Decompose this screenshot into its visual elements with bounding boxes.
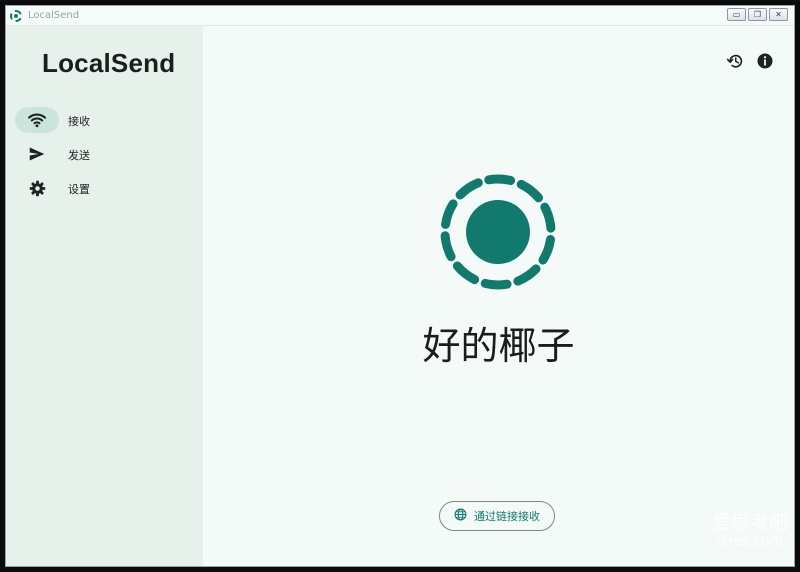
maximize-button[interactable]: ❐ — [748, 8, 767, 21]
history-icon[interactable] — [726, 52, 744, 70]
sidebar-item-label: 发送 — [68, 149, 90, 162]
sidebar-item-receive[interactable]: 接收 — [15, 107, 195, 133]
wifi-icon — [27, 111, 47, 129]
minimize-button[interactable]: ▭ — [727, 8, 746, 21]
sidebar-nav: 接收 发送 设置 — [15, 107, 195, 209]
window-title: LocalSend — [28, 10, 80, 21]
window-controls: ▭ ❐ ✕ — [727, 8, 788, 21]
sidebar: LocalSend 接收 发送 设置 — [6, 25, 203, 566]
title-bar: LocalSend ▭ ❐ ✕ — [6, 6, 794, 26]
gear-icon — [27, 179, 47, 197]
localsend-logo-icon — [439, 173, 557, 291]
watermark-text: 爱思考吧 — [711, 512, 788, 534]
localsend-logo-icon — [10, 9, 22, 22]
top-actions — [726, 52, 774, 70]
watermark-url: isres.com — [716, 534, 784, 550]
send-icon — [27, 145, 47, 163]
app-brand: LocalSend — [42, 48, 176, 78]
receive-via-link-label: 通过链接接收 — [474, 510, 540, 523]
sidebar-item-send[interactable]: 发送 — [15, 141, 195, 167]
app-window: LocalSend ▭ ❐ ✕ LocalSend 接收 发送 设置 好的椰子 … — [5, 5, 795, 567]
sidebar-item-label: 设置 — [68, 183, 90, 196]
sidebar-item-label: 接收 — [68, 115, 90, 128]
main-content: 好的椰子 通过链接接收 — [203, 25, 794, 566]
globe-icon — [454, 508, 467, 524]
sidebar-item-settings[interactable]: 设置 — [15, 175, 195, 201]
close-button[interactable]: ✕ — [769, 8, 788, 21]
info-icon[interactable] — [756, 52, 774, 70]
watermark: 爱思考吧 isres.com — [705, 512, 795, 550]
device-name: 好的椰子 — [422, 324, 575, 368]
receive-via-link-button[interactable]: 通过链接接收 — [439, 501, 555, 531]
